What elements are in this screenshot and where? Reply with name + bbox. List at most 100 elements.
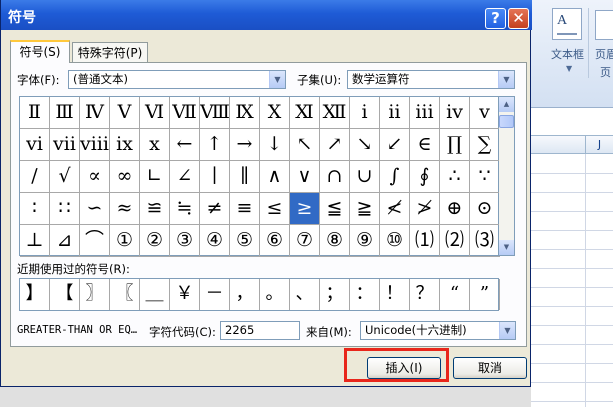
symbol-cell[interactable]: ⑩	[380, 225, 410, 257]
symbol-cell[interactable]: ∈	[410, 129, 440, 161]
symbol-cell[interactable]: ③	[170, 225, 200, 257]
symbol-cell[interactable]: ≌	[140, 193, 170, 225]
symbol-cell[interactable]: ↘	[350, 129, 380, 161]
font-select[interactable]: (普通文本) ▼	[68, 70, 286, 89]
symbol-cell[interactable]: Ⅵ	[140, 97, 170, 129]
symbol-cell[interactable]: ↓	[260, 129, 290, 161]
symbol-cell[interactable]: ④	[200, 225, 230, 257]
symbol-cell[interactable]: ⊕	[440, 193, 470, 225]
symbol-cell[interactable]: ≦	[320, 193, 350, 225]
symbol-cell[interactable]: ∣	[200, 161, 230, 193]
symbol-cell[interactable]: ∴	[440, 161, 470, 193]
symbol-cell[interactable]: ∨	[290, 161, 320, 193]
symbol-cell[interactable]: ⑴	[410, 225, 440, 257]
tab-symbols[interactable]: 符号(S)	[10, 40, 70, 63]
symbol-cell[interactable]: ∕	[20, 161, 50, 193]
symbol-cell[interactable]: ⑵	[440, 225, 470, 257]
symbol-cell[interactable]: √	[50, 161, 80, 193]
symbol-cell[interactable]: ≮	[380, 193, 410, 225]
symbol-cell[interactable]: ∩	[320, 161, 350, 193]
recent-symbol-cell[interactable]: 。	[260, 279, 290, 310]
symbol-cell[interactable]: ↖	[290, 129, 320, 161]
symbol-cell[interactable]: ∵	[470, 161, 500, 193]
symbol-cell[interactable]: ⊥	[20, 225, 50, 257]
symbol-cell[interactable]: ≡	[230, 193, 260, 225]
recent-symbol-cell[interactable]: 】	[20, 279, 50, 310]
chevron-down-icon[interactable]: ▼	[499, 322, 515, 339]
symbol-cell[interactable]: ∑	[470, 129, 500, 161]
recent-symbol-cell[interactable]: 〗	[80, 279, 110, 310]
symbol-cell[interactable]: Ⅲ	[50, 97, 80, 129]
symbol-cell[interactable]: ⊙	[470, 193, 500, 225]
symbol-cell[interactable]: ∷	[50, 193, 80, 225]
symbol-cell[interactable]: Ⅳ	[80, 97, 110, 129]
recent-symbol-cell[interactable]: ；	[320, 279, 350, 310]
symbol-cell[interactable]: →	[230, 129, 260, 161]
chevron-down-icon[interactable]: ▼	[269, 71, 285, 88]
from-select[interactable]: Unicode(十六进制) ▼	[360, 321, 516, 340]
symbol-cell[interactable]: ∫	[380, 161, 410, 193]
symbol-cell[interactable]: Ⅶ	[170, 97, 200, 129]
symbol-cell[interactable]: ①	[110, 225, 140, 257]
symbol-cell[interactable]: ⅳ	[440, 97, 470, 129]
symbol-cell[interactable]: ⑶	[470, 225, 500, 257]
scroll-thumb[interactable]	[499, 115, 514, 128]
symbol-cell[interactable]: ≯	[410, 193, 440, 225]
recent-symbol-cell[interactable]: 【	[50, 279, 80, 310]
symbol-cell[interactable]: ≒	[170, 193, 200, 225]
symbol-cell[interactable]: ⑧	[320, 225, 350, 257]
symbol-cell[interactable]: ∪	[350, 161, 380, 193]
symbol-cell[interactable]: ⑥	[260, 225, 290, 257]
symbol-cell[interactable]: ∏	[440, 129, 470, 161]
symbol-cell[interactable]: ⑨	[350, 225, 380, 257]
recent-symbol-cell[interactable]: ？	[410, 279, 440, 310]
symbol-cell[interactable]: ↙	[380, 129, 410, 161]
symbol-grid-scrollbar[interactable]: ▲ ▼	[499, 96, 515, 256]
tab-special-characters[interactable]: 特殊字符(P)	[72, 42, 148, 63]
recent-symbol-cell[interactable]: “	[440, 279, 470, 310]
subset-select[interactable]: 数学运算符 ▼	[347, 70, 515, 89]
dialog-titlebar[interactable]: 符号 ? ✕	[1, 0, 532, 30]
symbol-cell[interactable]: ⊿	[50, 225, 80, 257]
symbol-cell[interactable]: ∧	[260, 161, 290, 193]
scroll-down-icon[interactable]: ▼	[499, 240, 514, 255]
symbol-cell[interactable]: ⅹ	[140, 129, 170, 161]
recent-symbol-cell[interactable]: ￥	[170, 279, 200, 310]
symbol-cell[interactable]: ↑	[200, 129, 230, 161]
symbol-cell[interactable]: Ⅸ	[230, 97, 260, 129]
symbol-cell[interactable]: Ⅻ	[320, 97, 350, 129]
symbol-cell[interactable]: ∮	[410, 161, 440, 193]
symbol-cell[interactable]: ⅲ	[410, 97, 440, 129]
help-button[interactable]: ?	[485, 8, 506, 29]
symbol-cell[interactable]: ②	[140, 225, 170, 257]
symbol-cell[interactable]: ≠	[200, 193, 230, 225]
symbol-cell[interactable]: ⅷ	[80, 129, 110, 161]
symbol-cell[interactable]: ⅱ	[380, 97, 410, 129]
symbol-cell[interactable]: ⌒	[80, 225, 110, 257]
symbol-cell[interactable]: ⑦	[290, 225, 320, 257]
symbol-cell[interactable]: ≧	[350, 193, 380, 225]
header-footer-icon[interactable]	[595, 10, 613, 40]
column-header-j[interactable]: J	[585, 136, 613, 154]
symbol-cell[interactable]: ∥	[230, 161, 260, 193]
chevron-down-icon[interactable]: ▼	[498, 71, 514, 88]
symbol-cell[interactable]: Ⅹ	[260, 97, 290, 129]
recent-symbol-cell[interactable]: －	[200, 279, 230, 310]
symbol-cell[interactable]: ∠	[170, 161, 200, 193]
symbol-cell[interactable]: ≈	[110, 193, 140, 225]
symbol-cell[interactable]: ∝	[80, 161, 110, 193]
symbol-cell[interactable]: ←	[170, 129, 200, 161]
symbol-cell[interactable]: ∽	[80, 193, 110, 225]
symbol-cell[interactable]: ⅰ	[350, 97, 380, 129]
recent-symbol-cell[interactable]: ”	[470, 279, 500, 310]
symbol-cell[interactable]: ∞	[110, 161, 140, 193]
recent-symbol-cell[interactable]: ！	[380, 279, 410, 310]
symbol-cell[interactable]: Ⅴ	[110, 97, 140, 129]
textbox-icon[interactable]: A	[552, 8, 582, 40]
symbol-cell[interactable]: ⅴ	[470, 97, 500, 129]
recent-symbol-cell[interactable]: ：	[350, 279, 380, 310]
symbol-cell[interactable]: Ⅱ	[20, 97, 50, 129]
symbol-cell[interactable]: ∶	[20, 193, 50, 225]
char-code-input[interactable]: 2265	[220, 321, 300, 340]
symbol-cell[interactable]: ↗	[320, 129, 350, 161]
